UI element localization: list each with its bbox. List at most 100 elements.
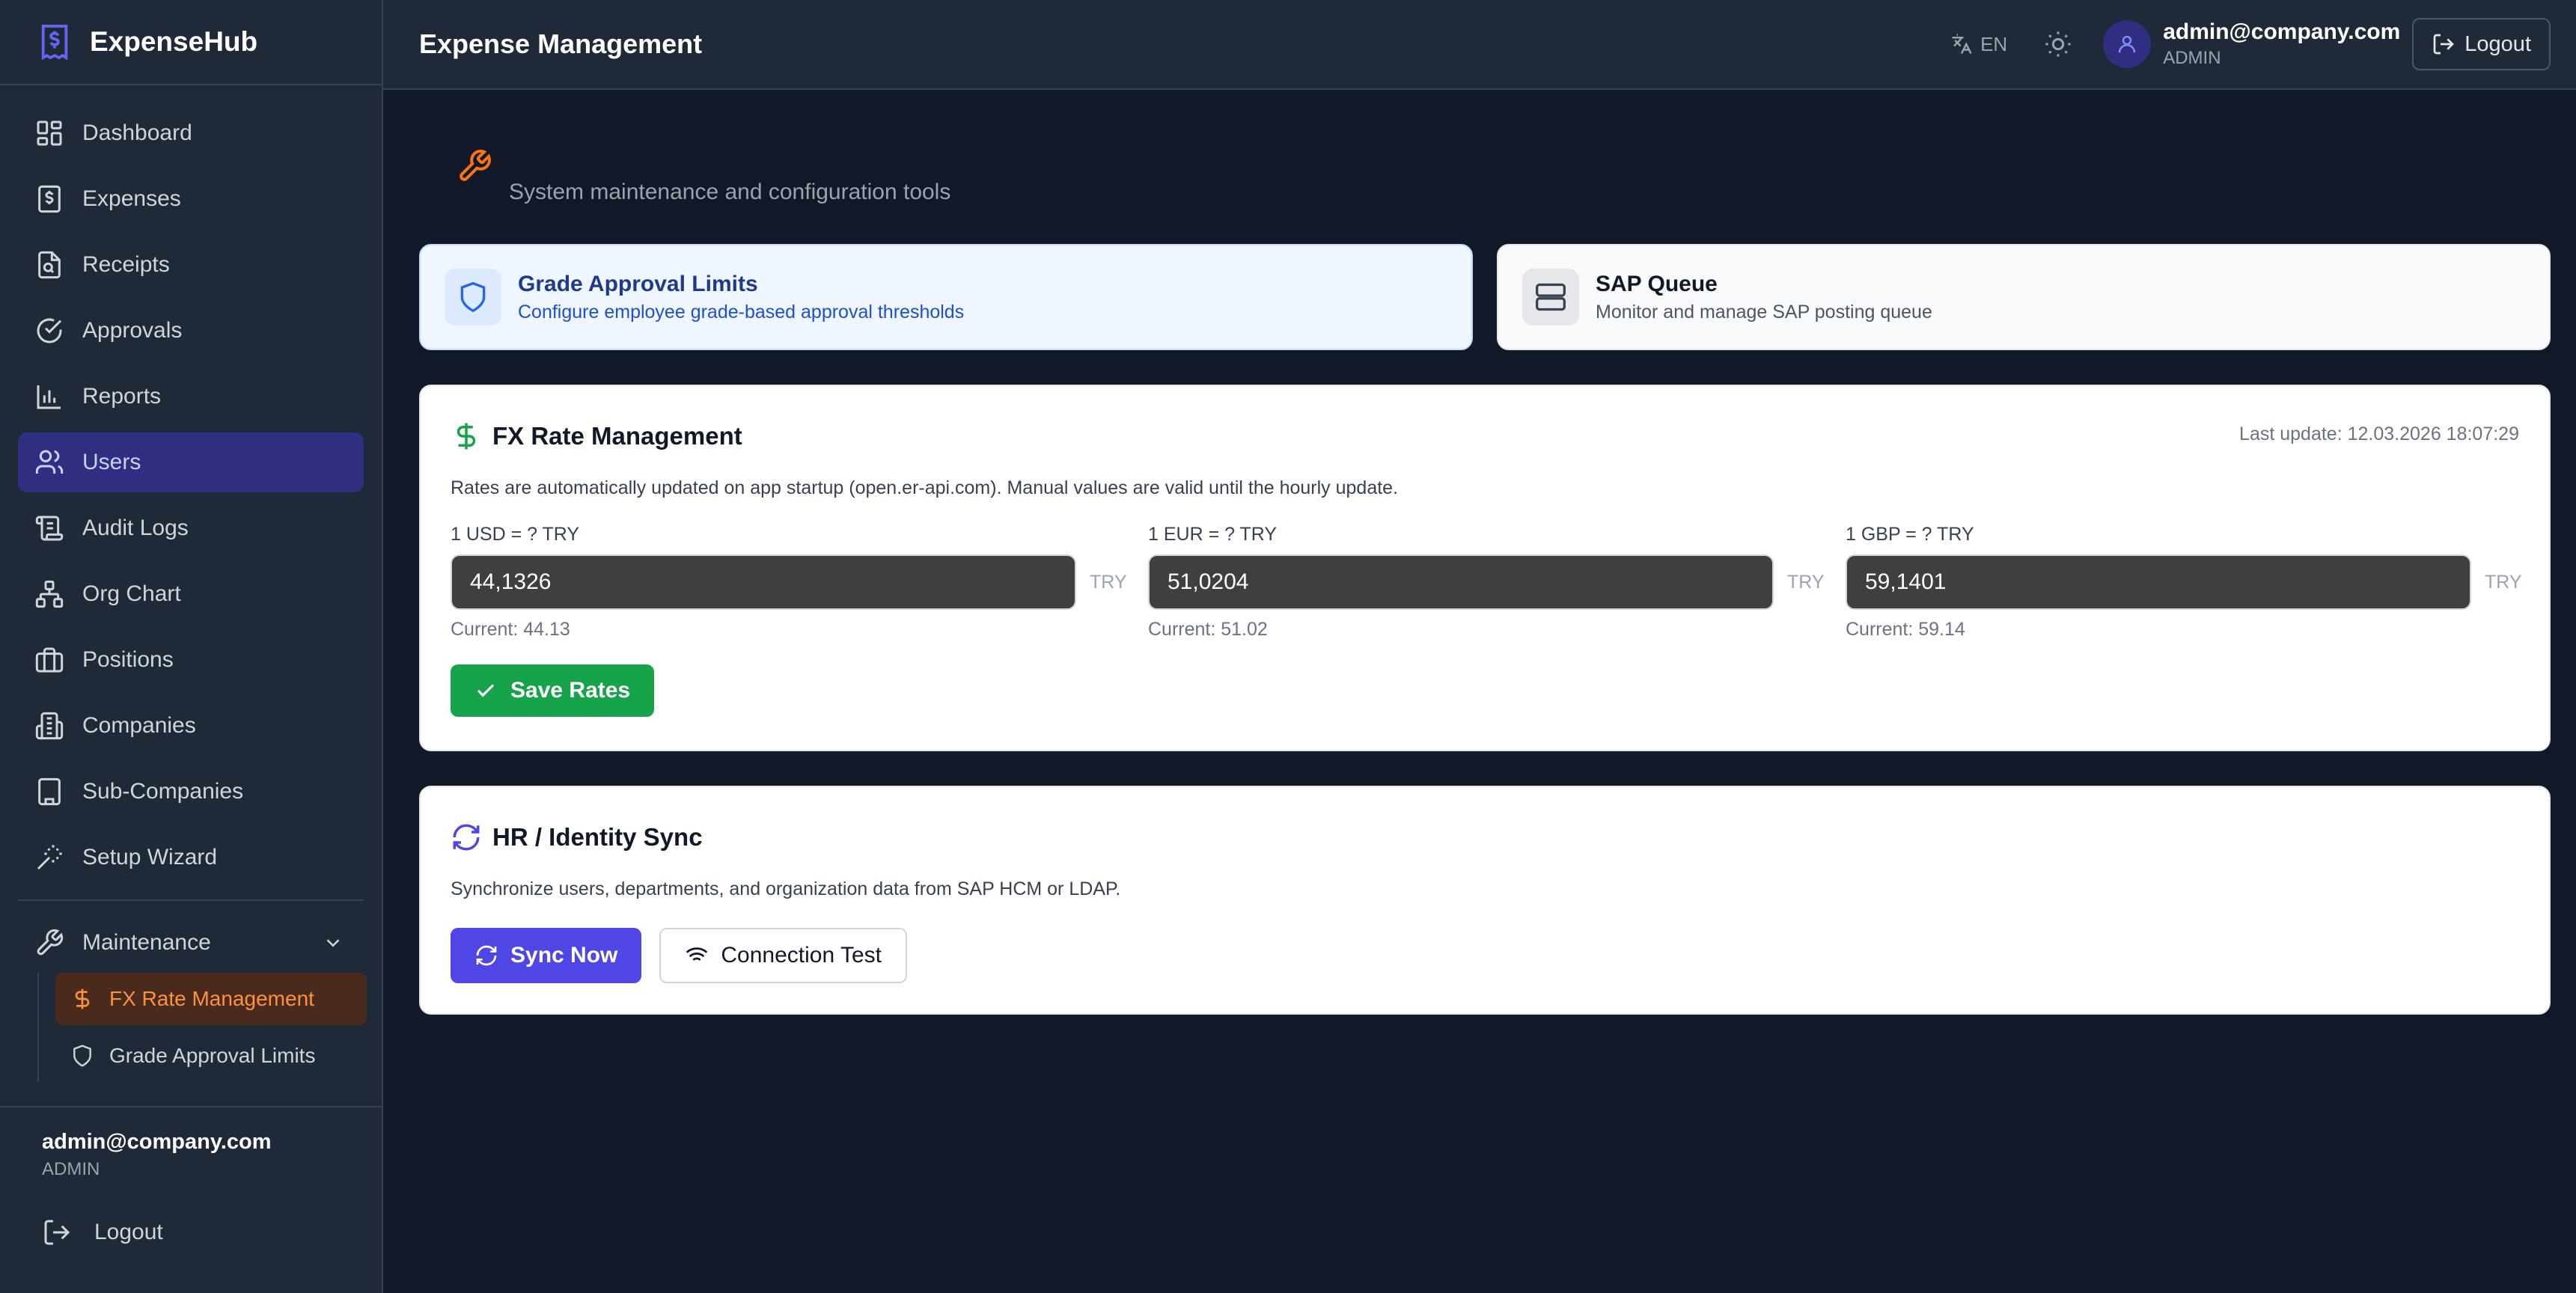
sidebar-item-approvals[interactable]: Approvals <box>18 301 364 361</box>
card-text: Grade Approval Limits Configure employee… <box>518 272 964 323</box>
connection-test-button[interactable]: Connection Test <box>659 928 907 983</box>
hr-sync-panel: HR / Identity Sync Synchronize users, de… <box>419 786 2551 1015</box>
sidebar-item-audit-logs[interactable]: Audit Logs <box>18 498 364 558</box>
rate-unit: TRY <box>1787 571 1825 593</box>
fx-panel-desc: Rates are automatically updated on app s… <box>451 477 1399 498</box>
sidebar-item-label: Dashboard <box>82 120 192 145</box>
rate-row: 59,1401 TRY <box>1846 554 2522 610</box>
maintenance-subnav: FX Rate Management Grade Approval Limits <box>37 973 382 1082</box>
sidebar-subitem-fx-rate[interactable]: FX Rate Management <box>55 973 367 1025</box>
briefcase-icon <box>35 647 64 673</box>
log-icon <box>35 516 64 541</box>
shield-icon <box>460 281 486 313</box>
sidebar-item-dashboard[interactable]: Dashboard <box>18 103 364 163</box>
save-rates-label: Save Rates <box>510 678 631 703</box>
sidebar-footer: admin@company.com ADMIN Logout <box>0 1106 382 1293</box>
refresh-icon <box>453 824 480 851</box>
refresh-icon <box>476 945 497 966</box>
card-icon-box <box>1522 269 1579 325</box>
brand-name: ExpenseHub <box>90 26 258 57</box>
dollar-doc-icon <box>38 185 61 213</box>
rate-unit: TRY <box>2485 571 2522 593</box>
building-small-icon <box>38 777 61 806</box>
header-actions: EN admin@company.com ADMIN Logout <box>1950 18 2551 70</box>
sun-icon[interactable] <box>2043 29 2073 59</box>
sidebar-item-sub-companies[interactable]: Sub-Companies <box>18 762 364 822</box>
card-icon-box <box>445 269 501 325</box>
sidebar-item-label: Sub-Companies <box>82 779 244 804</box>
sidebar-item-receipts[interactable]: Receipts <box>18 235 364 295</box>
sidebar-logout-label: Logout <box>94 1220 163 1244</box>
sidebar-item-expenses[interactable]: Expenses <box>18 169 364 229</box>
last-update-text: Last update: 12.03.2026 18:07:29 <box>2239 424 2519 444</box>
hr-panel-title: HR / Identity Sync <box>492 823 703 851</box>
gbp-rate: 1 GBP = ? TRY 59,1401 TRY Current: 59.14 <box>1846 524 2522 641</box>
section-header: System maintenance and configuration too… <box>419 90 2551 204</box>
user-info: admin@company.com ADMIN <box>2163 19 2400 69</box>
sidebar-item-label: Maintenance <box>82 930 211 955</box>
org-chart-icon <box>35 580 64 608</box>
sidebar-item-label: Audit Logs <box>82 516 189 540</box>
wrench-icon <box>37 929 64 956</box>
rate-unit: TRY <box>1090 571 1127 593</box>
sidebar-item-org-chart[interactable]: Org Chart <box>18 564 364 624</box>
sap-queue-card[interactable]: SAP Queue Monitor and manage SAP posting… <box>1497 244 2551 350</box>
page-subtitle: System maintenance and configuration too… <box>509 180 951 204</box>
language-label: EN <box>1980 32 2008 55</box>
bar-chart-icon <box>37 385 61 409</box>
save-rates-button[interactable]: Save Rates <box>451 664 655 717</box>
language-switcher[interactable]: EN <box>1950 33 2007 56</box>
rate-current: Current: 59.14 <box>1846 619 1965 640</box>
logout-button[interactable]: Logout <box>2412 18 2551 70</box>
sidebar-subitem-grade-approval[interactable]: Grade Approval Limits <box>55 1030 367 1082</box>
main-content: System maintenance and configuration too… <box>383 90 2576 1293</box>
dashboard-icon <box>37 120 62 146</box>
sync-now-button[interactable]: Sync Now <box>451 928 642 983</box>
fx-panel-title: FX Rate Management <box>492 422 742 450</box>
sidebar-item-companies[interactable]: Companies <box>18 696 364 756</box>
connection-test-label: Connection Test <box>721 943 882 968</box>
usd-rate-input[interactable]: 44,1326 <box>451 554 1076 610</box>
sidebar-item-label: Receipts <box>82 252 170 277</box>
sidebar-user-role: ADMIN <box>42 1159 100 1179</box>
gbp-rate-input[interactable]: 59,1401 <box>1846 554 2471 610</box>
wifi-icon <box>686 947 708 965</box>
card-desc: Monitor and manage SAP posting queue <box>1596 301 1932 323</box>
grade-approval-card[interactable]: Grade Approval Limits Configure employee… <box>419 244 1473 350</box>
avatar[interactable] <box>2103 20 2152 68</box>
sidebar-item-label: Companies <box>82 713 196 738</box>
check-circle-icon <box>37 318 62 343</box>
users-icon <box>35 450 64 474</box>
sidebar-nav: Dashboard Expenses Receipts Approvals Re… <box>0 85 382 887</box>
fx-rate-panel: FX Rate Management Last update: 12.03.20… <box>419 385 2551 751</box>
translate-icon <box>1952 34 1972 55</box>
logout-icon <box>2433 34 2455 55</box>
logout-icon <box>44 1220 70 1245</box>
user-icon <box>2118 35 2136 53</box>
server-icon <box>1536 283 1566 311</box>
sidebar-item-reports[interactable]: Reports <box>18 367 364 427</box>
dollar-icon <box>75 988 90 1009</box>
sidebar-item-users[interactable]: Users <box>18 432 364 492</box>
sidebar-divider <box>18 899 364 901</box>
sidebar-item-maintenance[interactable]: Maintenance <box>0 913 382 973</box>
rate-label: 1 EUR = ? TRY <box>1148 524 1278 545</box>
sidebar-item-label: Org Chart <box>82 581 181 606</box>
page-title: Expense Management <box>419 28 703 59</box>
chevron-down-icon[interactable] <box>322 932 344 954</box>
dollar-icon <box>457 423 476 450</box>
logo-icon <box>41 25 68 61</box>
sidebar-logout-button[interactable]: Logout <box>42 1217 340 1247</box>
wrench-icon <box>460 150 491 181</box>
eur-rate-input[interactable]: 51,0204 <box>1148 554 1774 610</box>
logout-label: Logout <box>2464 31 2531 56</box>
brand[interactable]: ExpenseHub <box>0 0 382 85</box>
sidebar-item-positions[interactable]: Positions <box>18 630 364 690</box>
sidebar-item-setup-wizard[interactable]: Setup Wizard <box>18 828 364 887</box>
sidebar-item-label: Users <box>82 450 141 474</box>
rate-label: 1 GBP = ? TRY <box>1846 524 1974 545</box>
rate-row: 44,1326 TRY <box>451 554 1127 610</box>
tool-cards: Grade Approval Limits Configure employee… <box>419 244 2551 350</box>
rate-row: 51,0204 TRY <box>1148 554 1825 610</box>
hr-actions: Sync Now Connection Test <box>451 928 907 983</box>
